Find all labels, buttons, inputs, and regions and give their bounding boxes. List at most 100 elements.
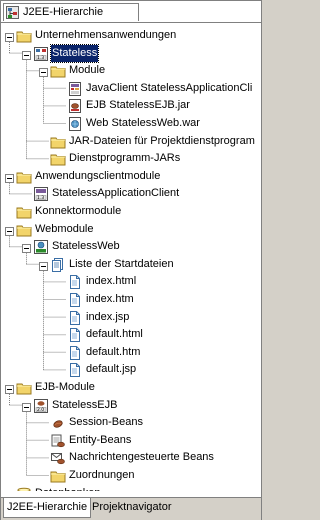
tree-item[interactable]: Webmodule [1,221,261,238]
tree-item[interactable]: default.html [1,326,261,343]
tree-item[interactable]: Entity-Beans [1,432,261,449]
tree-item[interactable]: Konnektormodule [1,203,261,220]
tree-item-label: Nachrichtengesteuerte Beans [69,451,214,464]
tree-item-label: EJB-Module [35,381,95,393]
tree-item[interactable]: EJB StatelessEJB.jar [1,97,261,114]
file-icon [67,345,83,361]
tab-j2ee-hierarchie[interactable]: J2EE-Hierarchie [3,498,92,518]
tree-item-label: StatelessEJB [52,398,118,411]
tree-item-label: Datenbanken [34,485,101,491]
tree-item[interactable]: default.jsp [1,361,261,378]
tree-item-label: JavaClient StatelessApplicationCli [86,81,253,94]
tree-item-label: StatelessWeb [52,240,120,253]
app-client-module-icon: 1.3 [33,186,49,202]
view-title: J2EE-Hierarchie [23,6,104,18]
view-title-tab[interactable]: J2EE-Hierarchie [3,3,139,21]
tree-item-label: index.html [86,275,137,288]
file-icon [67,362,83,378]
ear-module-icon: 1.3 [33,46,49,62]
web-module-icon [33,239,49,255]
tree-item-label: StatelessApplicationClient [52,187,180,200]
app-client-jar-icon [67,81,83,97]
collapse-toggle-icon[interactable] [5,31,14,42]
j2ee-tree[interactable]: Unternehmensanwendungen 1.3 Stateless Modul… [1,23,261,491]
file-icon [67,292,83,308]
file-icon [67,327,83,343]
tree-item-label: Zuordnungen [69,469,135,481]
tree-item[interactable]: default.htm [1,344,261,361]
file-icon [67,310,83,326]
tree-item[interactable]: Web StatelessWeb.war [1,115,261,132]
database-icon [16,486,32,491]
ejb-module-icon: 2.0 [33,398,49,414]
folder-icon [16,222,32,238]
tree-item[interactable]: EJB-Module [1,379,261,396]
tree-item-label: Session-Beans [69,416,143,429]
collapse-toggle-icon[interactable] [5,383,14,394]
collapse-toggle-icon[interactable] [22,401,31,412]
welcome-files-icon [50,257,66,273]
folder-icon [16,204,32,220]
collapse-toggle-icon[interactable] [22,49,31,60]
view-title-bar: J2EE-Hierarchie [1,1,261,23]
tree-item-label: EJB StatelessEJB.jar [86,99,190,112]
tree-item[interactable]: 1.3 Stateless [1,43,261,63]
tree-item[interactable]: JAR-Dateien für Projektdienstprogram [1,133,261,150]
tree-item[interactable]: Liste der Startdateien [1,256,261,273]
file-icon [67,274,83,290]
tree-item[interactable]: Datenbanken [1,485,261,491]
folder-icon [16,169,32,185]
tree-item-label: Unternehmensanwendungen [35,29,177,41]
tree-item-label: Entity-Beans [69,433,132,446]
tree-item-label: JAR-Dateien für Projektdienstprogram [69,134,255,147]
message-bean-icon [50,450,66,466]
folder-icon [16,28,32,44]
tree-item-label: Konnektormodule [35,205,122,217]
tree-item[interactable]: 1.3 StatelessApplicationClient [1,185,261,202]
tree-item[interactable]: index.html [1,273,261,290]
collapse-toggle-icon[interactable] [39,66,48,78]
tree-item-label: default.htm [86,345,141,358]
tree-item-label: index.jsp [86,310,130,323]
collapse-toggle-icon[interactable] [5,225,14,236]
j2ee-hierarchy-view: J2EE-Hierarchie Unternehmensanwendungen 1… [0,0,262,520]
tree-item[interactable]: Unternehmensanwendungen [1,27,261,44]
bottom-tab-bar: J2EE-Hierarchie Projektnavigator [1,497,261,520]
tree-item[interactable]: Session-Beans [1,414,261,431]
session-bean-icon [50,415,66,431]
entity-bean-icon [50,433,66,449]
tree-item[interactable]: 2.0 StatelessEJB [1,397,261,414]
tree-item[interactable]: JavaClient StatelessApplicationCli [1,80,261,97]
tab-projektnavigator[interactable]: Projektnavigator [89,498,175,517]
tree-item-label: default.jsp [86,363,137,376]
folder-icon [50,134,66,150]
tree-item-label: Anwendungsclientmodule [35,169,161,182]
folder-icon [50,151,66,167]
folder-icon [50,468,66,484]
j2ee-hierarchy-icon [6,6,19,19]
tree-item-label: Module [69,64,106,77]
folder-icon [16,380,32,396]
tree-item-label: Stateless [49,43,100,63]
tree-item[interactable]: index.jsp [1,309,261,326]
tree-item-label: Dienstprogramm-JARs [69,152,181,165]
tree-item[interactable]: StatelessWeb [1,238,261,255]
tree-item[interactable]: Anwendungsclientmodule [1,168,261,185]
tree-item-label: default.html [86,328,143,341]
tree-item-label: Liste der Startdateien [69,257,174,270]
tree-item-label: Web StatelessWeb.war [86,117,200,129]
tree-item[interactable]: Zuordnungen [1,467,261,484]
folder-icon [50,63,66,79]
tree-item[interactable]: Module [1,62,261,79]
ejb-jar-icon [67,98,83,114]
collapse-toggle-icon[interactable] [5,172,14,183]
tree-item-label: Webmodule [35,222,94,235]
tree-item-label: index.htm [86,293,134,305]
web-war-icon [67,116,83,132]
collapse-toggle-icon[interactable] [39,260,48,271]
svg-text:2.0: 2.0 [37,407,44,413]
collapse-toggle-icon[interactable] [22,242,31,254]
tree-item[interactable]: Nachrichtengesteuerte Beans [1,449,261,466]
tree-item[interactable]: index.htm [1,291,261,308]
tree-item[interactable]: Dienstprogramm-JARs [1,150,261,167]
